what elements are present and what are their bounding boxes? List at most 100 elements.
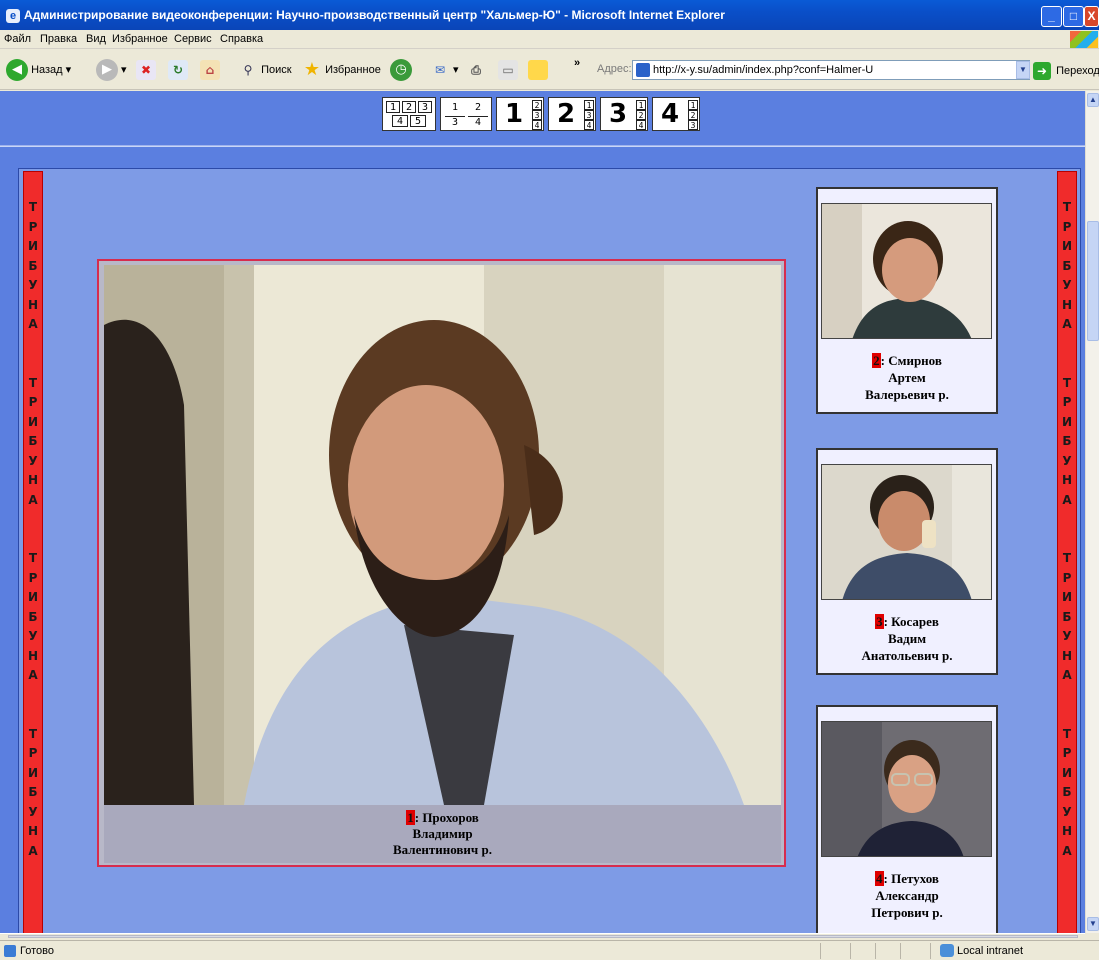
- refresh-button[interactable]: ↻: [168, 59, 188, 81]
- layout-cell: 2: [688, 110, 698, 120]
- menu-edit[interactable]: Правка: [40, 33, 77, 45]
- tribuna-gap: [24, 686, 42, 725]
- main-speaker-caption: 1: Прохоров Владимир Валентинович р.: [104, 805, 781, 863]
- participant-name-line1: 2: Смирнов: [818, 352, 996, 369]
- tribuna-gap: [1058, 686, 1076, 725]
- participant-card[interactable]: 3: Косарев Вадим Анатольевич р.: [816, 448, 998, 675]
- go-button[interactable]: ➜ Переход: [1033, 61, 1099, 81]
- printer-icon: ⎙: [471, 63, 481, 78]
- tribuna-letter: А: [1062, 492, 1072, 507]
- layout-focus-4-button[interactable]: 4 1 2 3: [652, 97, 700, 131]
- tribuna-letter: Б: [28, 434, 38, 448]
- tribuna-letter: И: [27, 414, 39, 429]
- favorites-button[interactable]: ★ Избранное: [302, 59, 381, 81]
- tribuna-gap: [1058, 861, 1076, 900]
- address-input[interactable]: http://x-y.su/admin/index.php?conf=Halme…: [632, 60, 1030, 80]
- participant-card[interactable]: 4: Петухов Александр Петрович р.: [816, 705, 998, 933]
- maximize-button[interactable]: □: [1063, 6, 1084, 27]
- stop-button[interactable]: ✖: [136, 59, 156, 81]
- participant-photo: [821, 464, 992, 600]
- menu-bar: Файл Правка Вид Избранное Сервис Справка: [0, 30, 1099, 49]
- menu-favorites[interactable]: Избранное: [112, 33, 168, 45]
- mail-button[interactable]: ✉ ▾: [430, 59, 459, 81]
- participant-name-line1: 4: Петухов: [818, 870, 996, 887]
- layout-cell: 1: [445, 101, 465, 113]
- search-button[interactable]: ⚲ Поиск: [238, 59, 292, 81]
- status-panel: [900, 943, 901, 959]
- layout-grid4-button[interactable]: 1 2 3 4: [440, 97, 492, 131]
- vertical-scrollbar[interactable]: ▲ ▼: [1085, 91, 1099, 933]
- tribuna-letter: Р: [1062, 219, 1072, 234]
- layout-grid5-button[interactable]: 1 2 3 4 5: [382, 97, 436, 131]
- tribuna-letter: Б: [1062, 609, 1072, 624]
- toolbar-overflow-chevron[interactable]: »: [574, 52, 580, 74]
- participant-number-badge: 2: [872, 353, 881, 368]
- horizontal-scrollbar[interactable]: [0, 933, 1085, 939]
- main-speaker-card[interactable]: 1: Прохоров Владимир Валентинович р.: [97, 259, 786, 867]
- address-value: http://x-y.su/admin/index.php?conf=Halme…: [653, 64, 874, 76]
- tribuna-letter: А: [28, 492, 38, 507]
- layout-focus-2-button[interactable]: 2 1 3 4: [548, 97, 596, 131]
- horizontal-scroll-track[interactable]: [8, 935, 1078, 938]
- close-button[interactable]: X: [1084, 6, 1099, 27]
- tribuna-letter: Б: [28, 258, 38, 273]
- security-zone-label: Local intranet: [957, 945, 1024, 957]
- stop-icon: ✖: [136, 60, 156, 81]
- tribuna-letter: И: [1061, 414, 1073, 429]
- edit-button[interactable]: ▭: [498, 59, 518, 81]
- layout-cell: 3: [445, 116, 465, 128]
- conference-frame: ТРИБУНАТРИБУНАТРИБУНАТРИБУНА ТРИБУНАТРИБ…: [18, 168, 1081, 933]
- layout-big-number: 2: [557, 99, 576, 129]
- layout-cell: 4: [392, 115, 408, 127]
- tribuna-gap: [1058, 335, 1076, 374]
- tribuna-letter: Т: [1062, 726, 1072, 741]
- layout-cell: 4: [584, 120, 594, 130]
- messenger-button[interactable]: [528, 59, 548, 81]
- refresh-icon: ↻: [168, 60, 188, 81]
- layout-focus-1-button[interactable]: 1 2 3 4: [496, 97, 544, 131]
- forward-button[interactable]: ▶ ▾: [96, 59, 127, 82]
- participant-number-badge: 4: [875, 871, 884, 886]
- menu-view[interactable]: Вид: [86, 33, 106, 45]
- scroll-down-icon[interactable]: ▼: [1087, 917, 1099, 931]
- layout-focus-3-button[interactable]: 3 1 2 4: [600, 97, 648, 131]
- history-icon: ◷: [390, 59, 412, 82]
- tribuna-letter: Т: [28, 551, 38, 565]
- menu-help[interactable]: Справка: [220, 33, 263, 45]
- windows-logo-icon: [1070, 31, 1098, 48]
- scroll-up-icon[interactable]: ▲: [1087, 93, 1099, 107]
- tribuna-letter: И: [1061, 239, 1073, 253]
- minimize-button[interactable]: _: [1041, 6, 1062, 27]
- status-bar: Готово Local intranet: [0, 940, 1099, 960]
- address-dropdown-icon[interactable]: ▼: [1016, 61, 1030, 79]
- tribuna-letter: У: [28, 804, 38, 819]
- horizontal-divider: [0, 145, 1085, 147]
- history-button[interactable]: ◷: [390, 59, 412, 82]
- scroll-thumb[interactable]: [1087, 221, 1099, 341]
- mail-icon: ✉: [434, 63, 446, 78]
- layout-cell: 5: [410, 115, 426, 127]
- surname: : Смирнов: [880, 353, 942, 368]
- print-button[interactable]: ⎙: [466, 59, 486, 81]
- tribuna-letter: Н: [27, 473, 39, 487]
- menu-file[interactable]: Файл: [4, 33, 31, 45]
- go-arrow-icon: ➜: [1033, 62, 1051, 81]
- tribuna-letter: А: [28, 843, 38, 858]
- tribuna-letter: Р: [28, 746, 38, 760]
- participant-name-line2: Артем: [888, 370, 926, 385]
- participant-card[interactable]: 2: Смирнов Артем Валерьевич р.: [816, 187, 998, 414]
- menu-tools[interactable]: Сервис: [174, 33, 212, 45]
- status-panel: [850, 943, 851, 959]
- back-button[interactable]: ◀ Назад ▾: [6, 59, 71, 82]
- layout-big-number: 1: [505, 99, 524, 129]
- intranet-zone-icon: [940, 944, 954, 957]
- tribuna-letter: Т: [1062, 375, 1072, 390]
- layout-cell: 2: [468, 101, 488, 113]
- tribuna-letter: Т: [1062, 200, 1072, 214]
- main-speaker-name-line1: 1: Прохоров: [104, 810, 781, 826]
- home-button[interactable]: ⌂: [200, 59, 220, 81]
- layout-cell: 1: [636, 100, 646, 110]
- status-text: Готово: [20, 945, 54, 957]
- page-content: 1 2 3 4 5 1 2 3 4 1 2 3 4 2 1 3 4 3 1 2 …: [0, 91, 1085, 933]
- main-speaker-name-line2: Владимир: [412, 826, 473, 841]
